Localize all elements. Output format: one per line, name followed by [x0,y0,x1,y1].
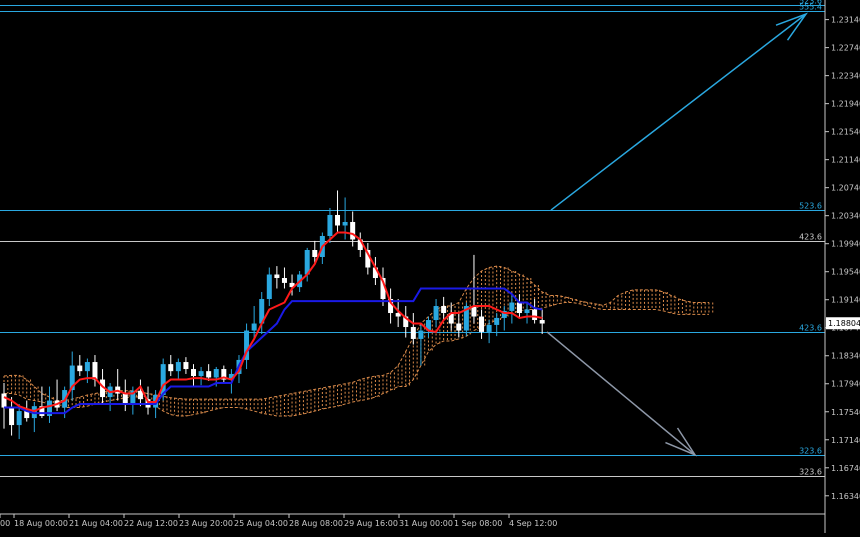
fib-level-label: 323.6 [799,447,822,456]
candle-body [418,330,424,339]
candle-body [168,364,174,372]
candle-body [539,320,545,324]
candle-body [433,306,439,321]
price-tick-label: 1.22340 [831,72,860,81]
trading-chart[interactable]: 523.6 555.4 523.6 423.6 423.6 323.6 323.6 1.23… [0,0,860,533]
time-tick-label: 4 Sep 12:00 [509,519,557,528]
candle-body [281,278,287,283]
price-tick-label: 1.17940 [831,380,860,389]
fib-level-label: 423.6 [799,324,822,333]
candle-body [77,365,83,372]
candle-body [516,302,522,314]
candle-body [183,362,189,370]
candle-body [1,393,7,408]
candle-body [198,371,204,377]
candle-body [410,327,416,339]
price-tick-label: 1.20740 [831,184,860,193]
price-tick-label: 1.21140 [831,156,860,165]
price-tick-label: 1.23140 [831,16,860,25]
price-tick-label: 1.16340 [831,492,860,501]
time-tick-label: 25 Aug 04:00 [234,519,288,528]
candle-body [84,362,90,372]
candle-body [479,316,485,332]
candle-body [191,369,196,377]
time-tick-label: 29 Aug 16:00 [344,519,398,528]
candle-body [335,214,341,226]
candle-body [486,324,492,332]
time-tick-label: 00 [0,519,10,528]
price-tick-label: 1.16740 [831,464,860,473]
time-tick-label: 22 Aug 12:00 [124,519,178,528]
candle-body [456,323,462,331]
price-tick-label: 1.21940 [831,100,860,109]
fib-level-label: 423.6 [799,233,822,242]
candle-body [274,274,280,279]
time-tick-label: 23 Aug 20:00 [179,519,233,528]
price-tag-text: 1.18804 [828,319,860,328]
fib-level-label: 555.4 [799,3,822,12]
candle-body [122,393,128,405]
price-tick-label: 1.22740 [831,44,860,53]
price-tick-label: 1.18340 [831,352,860,361]
candle-body [16,411,22,426]
fib-level-label: 523.6 [799,202,822,211]
price-tick-label: 1.21540 [831,128,860,137]
time-tick-label: 21 Aug 04:00 [69,519,123,528]
candle-body [350,221,356,240]
candle-body [524,309,530,314]
candle-body [509,302,515,311]
candle-body [327,214,333,236]
price-tick-label: 1.19940 [831,240,860,249]
time-tick-label: 31 Aug 00:00 [399,519,453,528]
time-tick-label: 28 Aug 08:00 [289,519,343,528]
candle-body [532,309,538,321]
candle-body [213,369,219,378]
price-tick-label: 1.19140 [831,296,860,305]
candle-body [9,407,15,426]
price-tick-label: 1.17540 [831,408,860,417]
price-tick-label: 1.20340 [831,212,860,221]
price-tick-label: 1.19540 [831,268,860,277]
candle-body [251,323,257,331]
candle-body [175,362,181,372]
time-tick-label: 1 Sep 08:00 [454,519,502,528]
candle-body [266,274,272,300]
time-tick-label: 18 Aug 00:00 [14,519,68,528]
chart-background [0,0,860,533]
candle-body [342,221,348,226]
candle-body [494,317,500,325]
price-tick-label: 1.17140 [831,436,860,445]
current-price-tag: 1.18804 [826,317,860,330]
candle-body [312,249,318,257]
candle-body [92,362,98,380]
fib-level-label: 323.6 [799,468,822,477]
price-chart-canvas[interactable]: 523.6555.4523.6423.6423.6323.6323.6 1.23… [0,0,860,533]
candle-body [441,306,447,314]
candle-body [206,371,212,378]
